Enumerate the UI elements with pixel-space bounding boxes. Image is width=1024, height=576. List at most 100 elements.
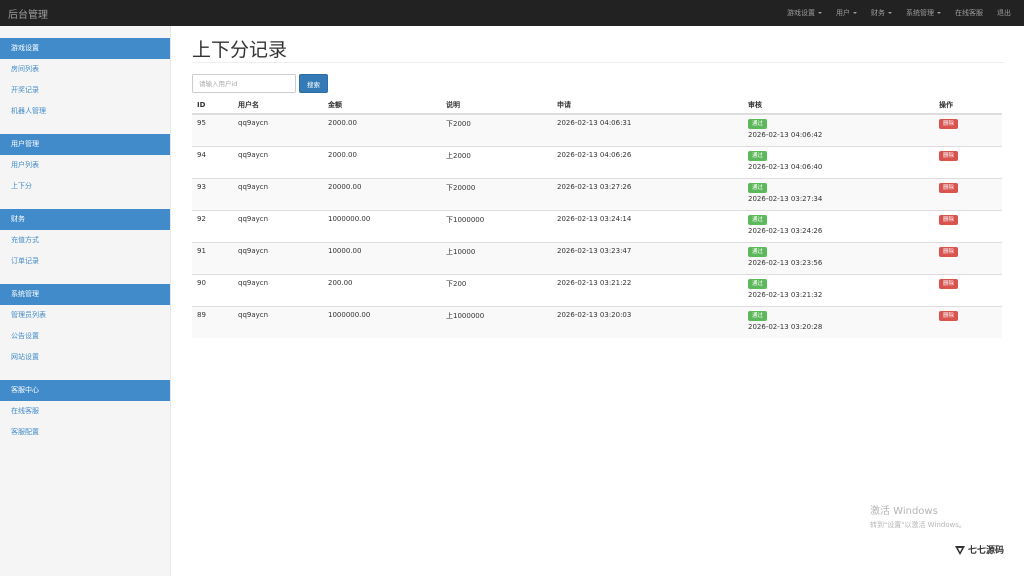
sidebar-item-support-config[interactable]: 客服配置 [0, 422, 170, 443]
sidebar-group-header: 财务 [0, 209, 170, 230]
table-row: 92 qq9aycn 1000000.00 下1000000 2026-02-1… [192, 209, 1002, 242]
approved-badge: 通过 [748, 150, 768, 161]
watermark-line-2: 转到"设置"以激活 Windows。 [870, 521, 966, 529]
table-row: 90 qq9aycn 200.00 下200 2026-02-13 03:21:… [192, 273, 1002, 306]
sidebar-group-support: 客服中心 在线客服 客服配置 [0, 380, 170, 443]
caret-down-icon [853, 12, 857, 14]
cell-description: 下2000 [441, 113, 552, 146]
user-id-search-input[interactable] [192, 74, 296, 93]
nav-item-finance[interactable]: 财务 [864, 0, 899, 26]
nav-item-users[interactable]: 用户 [829, 0, 864, 26]
main-content: 上下分记录 搜索 ID 用户名 金额 说明 申请 审核 操作 95 qq9ayc… [192, 26, 1004, 338]
table-row: 93 qq9aycn 20000.00 下20000 2026-02-13 03… [192, 177, 1002, 210]
nav-item-logout[interactable]: 退出 [990, 0, 1018, 26]
cell-actions: 删除 [934, 177, 1002, 210]
audit-time: 2026-02-13 03:20:28 [748, 322, 823, 331]
table-row: 89 qq9aycn 1000000.00 上1000000 2026-02-1… [192, 305, 1002, 338]
cell-description: 下1000000 [441, 209, 552, 242]
approved-badge: 通过 [748, 278, 768, 289]
caret-down-icon [818, 12, 822, 14]
search-button[interactable]: 搜索 [299, 74, 328, 93]
cell-amount: 2000.00 [323, 113, 441, 146]
cell-description: 上2000 [441, 145, 552, 178]
cell-username: qq9aycn [233, 145, 323, 178]
delete-button[interactable]: 删除 [939, 182, 959, 193]
cell-id: 95 [192, 113, 233, 146]
nav-menu: 游戏设置 用户 财务 系统管理 在线客服 退出 [780, 0, 1024, 26]
cell-description: 上10000 [441, 241, 552, 274]
delete-button[interactable]: 删除 [939, 278, 959, 289]
delete-button[interactable]: 删除 [939, 214, 959, 225]
audit-time: 2026-02-13 03:23:56 [748, 258, 823, 267]
cell-amount: 1000000.00 [323, 209, 441, 242]
sidebar-item-robot-management[interactable]: 机器人管理 [0, 101, 170, 122]
sidebar-group-users: 用户管理 用户列表 上下分 [0, 134, 170, 197]
watermark-line-1: 激活 Windows [870, 506, 938, 517]
sidebar-item-draw-records[interactable]: 开奖记录 [0, 80, 170, 101]
divider [192, 62, 1004, 63]
cell-id: 89 [192, 305, 233, 338]
delete-button[interactable]: 删除 [939, 119, 959, 129]
cell-description: 下20000 [441, 177, 552, 210]
cell-amount: 10000.00 [323, 241, 441, 274]
cell-id: 90 [192, 273, 233, 306]
cell-audit: 通过 2026-02-13 03:23:56 [743, 241, 934, 274]
logo-text: 七七源码 [968, 546, 1005, 556]
sidebar-group-system: 系统管理 管理员列表 公告设置 网站设置 [0, 284, 170, 368]
cell-amount: 2000.00 [323, 145, 441, 178]
cell-actions: 删除 [934, 145, 1002, 178]
audit-time: 2026-02-13 04:06:40 [748, 162, 823, 171]
approved-badge: 通过 [748, 246, 768, 257]
records-table: ID 用户名 金额 说明 申请 审核 操作 95 qq9aycn 2000.00… [192, 96, 1002, 338]
column-header-description: 说明 [441, 96, 552, 115]
approved-badge: 通过 [748, 214, 768, 225]
sidebar-item-recharge-methods[interactable]: 充值方式 [0, 230, 170, 251]
nav-item-game-settings[interactable]: 游戏设置 [780, 0, 829, 26]
cell-username: qq9aycn [233, 273, 323, 306]
cell-username: qq9aycn [233, 305, 323, 338]
brand-title[interactable]: 后台管理 [0, 6, 48, 21]
search-form: 搜索 [192, 74, 1004, 93]
cell-audit: 通过 2026-02-13 03:27:34 [743, 177, 934, 210]
cell-actions: 删除 [934, 273, 1002, 306]
sidebar-group-header: 客服中心 [0, 380, 170, 401]
cell-actions: 删除 [934, 209, 1002, 242]
sidebar-item-credit-adjust[interactable]: 上下分 [0, 176, 170, 197]
audit-time: 2026-02-13 04:06:42 [748, 131, 823, 139]
cell-id: 91 [192, 241, 233, 274]
column-header-username: 用户名 [233, 96, 323, 115]
cell-description: 上1000000 [441, 305, 552, 338]
delete-button[interactable]: 删除 [939, 150, 959, 161]
column-header-amount: 金额 [323, 96, 441, 115]
cell-audit: 通过 2026-02-13 04:06:40 [743, 145, 934, 178]
delete-button[interactable]: 删除 [939, 310, 959, 321]
cell-request-time: 2026-02-13 04:06:31 [552, 113, 743, 146]
column-header-id: ID [192, 96, 233, 115]
cell-request-time: 2026-02-13 04:06:26 [552, 145, 743, 178]
sidebar-item-online-support[interactable]: 在线客服 [0, 401, 170, 422]
caret-down-icon [937, 12, 941, 14]
sidebar-item-order-records[interactable]: 订单记录 [0, 251, 170, 272]
sidebar-item-room-list[interactable]: 房间列表 [0, 59, 170, 80]
sidebar-item-user-list[interactable]: 用户列表 [0, 155, 170, 176]
cell-request-time: 2026-02-13 03:20:03 [552, 305, 743, 338]
cell-audit: 通过 2026-02-13 03:20:28 [743, 305, 934, 338]
cell-amount: 1000000.00 [323, 305, 441, 338]
sidebar-group-header: 用户管理 [0, 134, 170, 155]
cell-id: 93 [192, 177, 233, 210]
cell-amount: 200.00 [323, 273, 441, 306]
source-logo-watermark: 七七源码 [955, 543, 1004, 556]
cell-actions: 删除 [934, 305, 1002, 338]
table-header-row: ID 用户名 金额 说明 申请 审核 操作 [192, 96, 1002, 115]
table-row: 95 qq9aycn 2000.00 下2000 2026-02-13 04:0… [192, 113, 1002, 146]
cell-request-time: 2026-02-13 03:23:47 [552, 241, 743, 274]
sidebar-item-admin-list[interactable]: 管理员列表 [0, 305, 170, 326]
delete-button[interactable]: 删除 [939, 246, 959, 257]
sidebar-item-site-settings[interactable]: 网站设置 [0, 347, 170, 368]
audit-time: 2026-02-13 03:24:26 [748, 226, 823, 235]
cell-audit: 通过 2026-02-13 04:06:42 [743, 113, 934, 146]
sidebar-item-announcement-settings[interactable]: 公告设置 [0, 326, 170, 347]
nav-item-online-support[interactable]: 在线客服 [948, 0, 990, 26]
nav-item-system[interactable]: 系统管理 [899, 0, 948, 26]
cell-username: qq9aycn [233, 209, 323, 242]
